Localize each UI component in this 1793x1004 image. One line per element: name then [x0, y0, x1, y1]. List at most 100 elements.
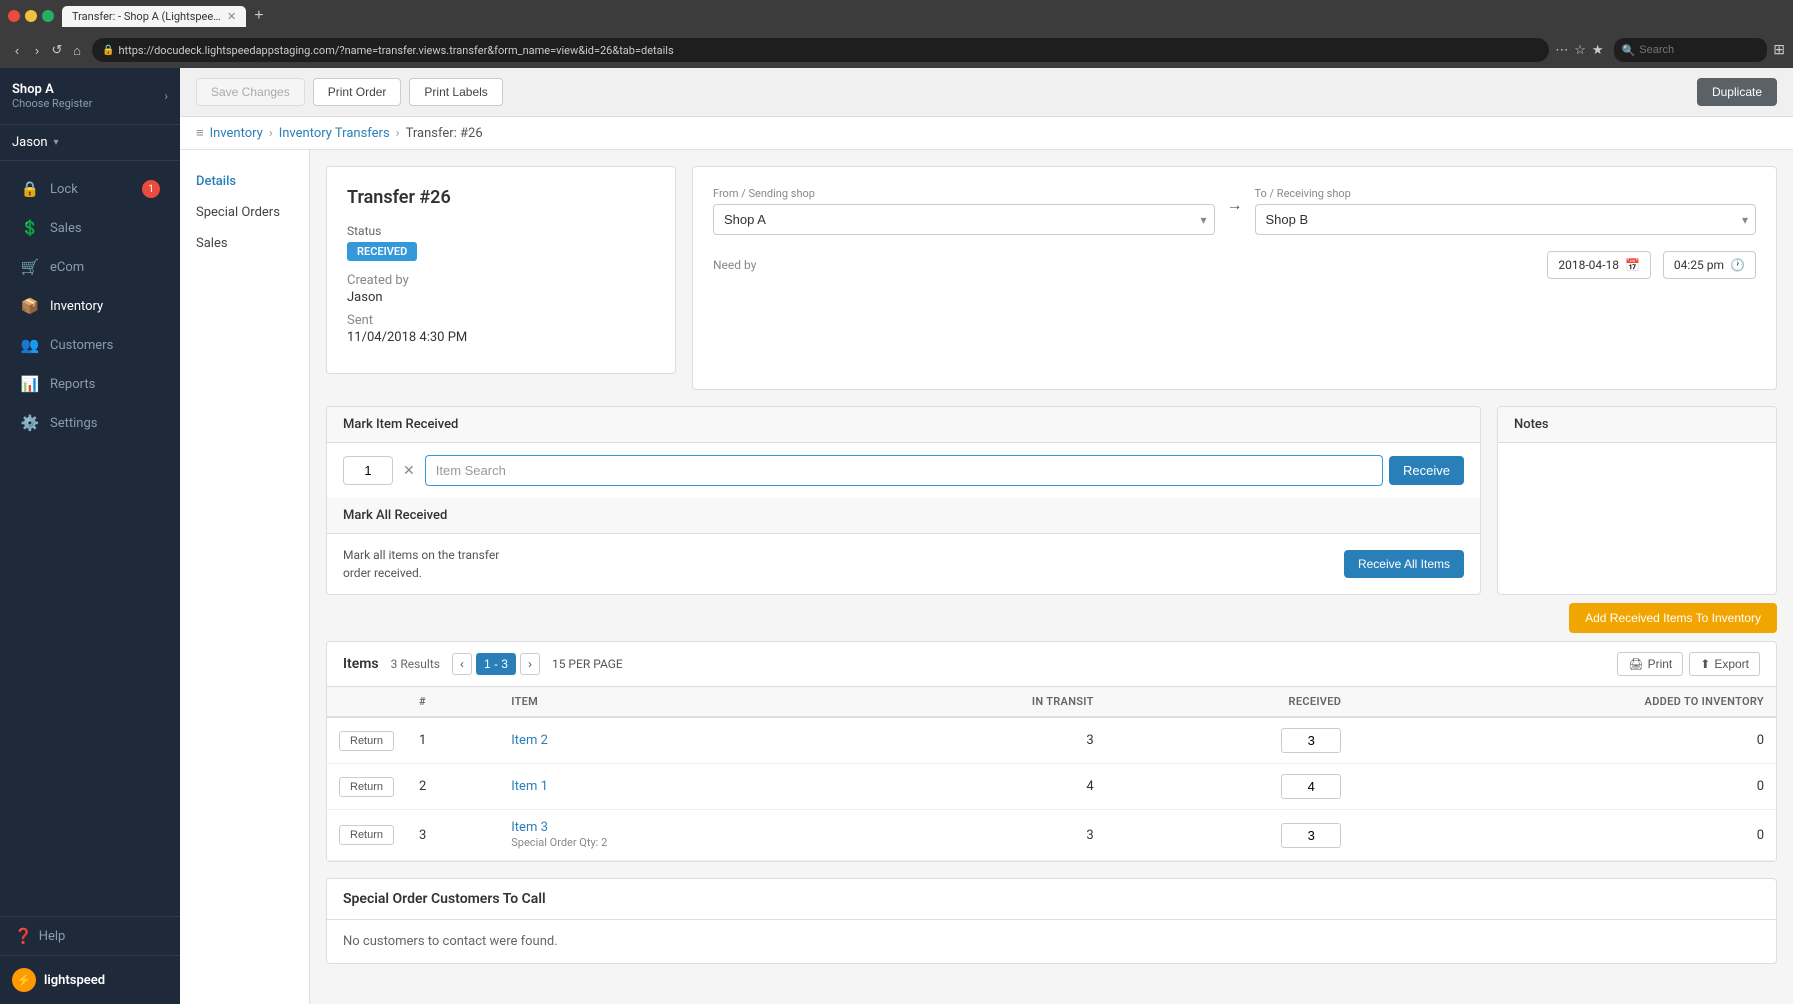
clock-icon: 🕐	[1730, 258, 1745, 272]
back-button[interactable]: ‹	[8, 41, 26, 59]
reload-button[interactable]: ↺	[48, 41, 66, 59]
star-icon[interactable]: ★	[1592, 43, 1604, 58]
receive-all-button[interactable]: Receive All Items	[1344, 550, 1464, 578]
breadcrumb-inventory-transfers[interactable]: Inventory Transfers	[279, 126, 390, 141]
table-row: Return 2 Item 1 4 0	[327, 764, 1776, 810]
duplicate-button[interactable]: Duplicate	[1697, 78, 1777, 106]
toolbar: Save Changes Print Order Print Labels Du…	[180, 68, 1793, 117]
return-button-1[interactable]: Return	[339, 731, 394, 751]
sidebar-item-sales[interactable]: 💲 Sales	[6, 209, 174, 247]
sidebar-item-reports[interactable]: 📊 Reports	[6, 365, 174, 403]
sent-label: Sent	[347, 313, 655, 328]
content-nav-details[interactable]: Details	[180, 166, 309, 197]
clear-search-button[interactable]: ✕	[399, 458, 419, 483]
user-arrow-icon: ▾	[54, 137, 59, 148]
received-input-3[interactable]	[1281, 823, 1341, 848]
sidebar-item-customers[interactable]: 👥 Customers	[6, 326, 174, 364]
help-label: Help	[39, 929, 66, 944]
print-order-button[interactable]: Print Order	[313, 78, 402, 106]
col-in-transit: IN TRANSIT	[853, 687, 1106, 717]
home-button[interactable]: ⌂	[68, 41, 86, 59]
receive-qty-input[interactable]: 1	[343, 456, 393, 485]
item-received-2	[1106, 764, 1354, 810]
mark-all-description: Mark all items on the transferorder rece…	[343, 546, 499, 582]
browser-search-input[interactable]	[1639, 44, 1759, 56]
next-page-button[interactable]: ›	[520, 653, 540, 675]
reports-nav-icon: 📊	[20, 375, 40, 393]
need-by-time[interactable]: 04:25 pm 🕐	[1663, 251, 1756, 279]
notes-textarea[interactable]	[1510, 455, 1764, 551]
sidebar-label-reports: Reports	[50, 377, 95, 392]
from-shop-select[interactable]: Shop A	[713, 204, 1215, 235]
browser-menu-icon[interactable]: ⋯	[1555, 43, 1568, 58]
col-num: #	[407, 687, 499, 717]
shop-selector[interactable]: Shop A Choose Register ›	[0, 68, 180, 125]
items-table: # ITEM IN TRANSIT RECEIVED ADDED TO INVE…	[327, 687, 1776, 861]
need-by-date[interactable]: 2018-04-18 📅	[1547, 251, 1651, 279]
content-nav-special-orders[interactable]: Special Orders	[180, 197, 309, 228]
special-orders-section: Special Order Customers To Call No custo…	[326, 878, 1777, 964]
item-added-2: 0	[1353, 764, 1776, 810]
print-labels-button[interactable]: Print Labels	[409, 78, 502, 106]
new-tab-button[interactable]: +	[246, 5, 271, 27]
sidebar-item-lock[interactable]: 🔒 Lock 1	[6, 170, 174, 208]
lock-badge: 1	[142, 180, 160, 198]
save-changes-button[interactable]: Save Changes	[196, 78, 305, 106]
export-icon: ⬆	[1700, 657, 1710, 671]
sidebar-label-inventory: Inventory	[50, 299, 103, 314]
transfer-title: Transfer #26	[347, 187, 655, 208]
sales-nav-icon: 💲	[20, 219, 40, 237]
from-shop-section: From / Sending shop Shop A ▾	[713, 187, 1215, 235]
need-by-date-value: 2018-04-18	[1558, 258, 1619, 272]
return-button-2[interactable]: Return	[339, 777, 394, 797]
prev-page-button[interactable]: ‹	[452, 653, 472, 675]
add-received-items-button[interactable]: Add Received Items To Inventory	[1569, 603, 1777, 633]
created-by-value: Jason	[347, 290, 655, 305]
sidebar: Shop A Choose Register › Jason ▾ 🔒 Lock …	[0, 68, 180, 1004]
pagination: ‹ 1 - 3 › 15 PER PAGE	[452, 653, 623, 675]
col-actions	[327, 687, 407, 717]
received-input-2[interactable]	[1281, 774, 1341, 799]
export-button[interactable]: ⬆ Export	[1689, 652, 1760, 676]
item-received-1	[1106, 717, 1354, 764]
print-table-button[interactable]: 🖨 Print	[1617, 652, 1683, 676]
item-in-transit-3: 3	[853, 810, 1106, 861]
forward-button[interactable]: ›	[28, 41, 46, 59]
breadcrumb-sep-2: ›	[396, 126, 400, 141]
print-export-controls: 🖨 Print ⬆ Export	[1617, 652, 1760, 676]
extensions-icon[interactable]: ⊞	[1773, 42, 1785, 58]
item-name-2: Item 1	[499, 764, 853, 810]
breadcrumb-inventory[interactable]: Inventory	[210, 126, 263, 141]
sidebar-label-settings: Settings	[50, 416, 97, 431]
results-count: 3 Results	[391, 657, 440, 671]
table-row: Return 1 Item 2 3 0	[327, 717, 1776, 764]
status-label: Status	[347, 224, 655, 238]
main-panel: Transfer #26 Status RECEIVED Created by …	[310, 150, 1793, 1004]
sidebar-item-settings[interactable]: ⚙️ Settings	[6, 404, 174, 442]
sidebar-item-ecom[interactable]: 🛒 eCom	[6, 248, 174, 286]
sidebar-item-inventory[interactable]: 📦 Inventory	[6, 287, 174, 325]
to-shop-select[interactable]: Shop B	[1255, 204, 1757, 235]
bookmark-icon[interactable]: ☆	[1574, 43, 1586, 58]
to-shop-label: To / Receiving shop	[1255, 187, 1757, 200]
page-range[interactable]: 1 - 3	[476, 653, 516, 675]
item-search-input[interactable]	[425, 455, 1383, 486]
user-menu[interactable]: Jason ▾	[0, 125, 180, 161]
need-by-label: Need by	[713, 258, 1535, 272]
user-name: Jason	[12, 135, 48, 150]
return-button-3[interactable]: Return	[339, 825, 394, 845]
content-nav-sales[interactable]: Sales	[180, 228, 309, 259]
items-section: Items 3 Results ‹ 1 - 3 › 15 PER PAGE	[326, 641, 1777, 862]
shop-chevron-icon: ›	[164, 89, 168, 103]
col-received: RECEIVED	[1106, 687, 1354, 717]
sidebar-label-customers: Customers	[50, 338, 113, 353]
lock-icon: 🔒	[102, 45, 114, 56]
help-item[interactable]: ❓ Help	[0, 916, 180, 955]
breadcrumb-current: Transfer: #26	[406, 126, 483, 141]
search-browser-icon: 🔍	[1622, 44, 1636, 57]
close-tab-icon[interactable]: ✕	[227, 10, 236, 23]
item-num-1: 1	[407, 717, 499, 764]
table-row: Return 3 Item 3 Special Order Qty: 2 3 0	[327, 810, 1776, 861]
received-input-1[interactable]	[1281, 728, 1341, 753]
receive-button[interactable]: Receive	[1389, 456, 1464, 485]
